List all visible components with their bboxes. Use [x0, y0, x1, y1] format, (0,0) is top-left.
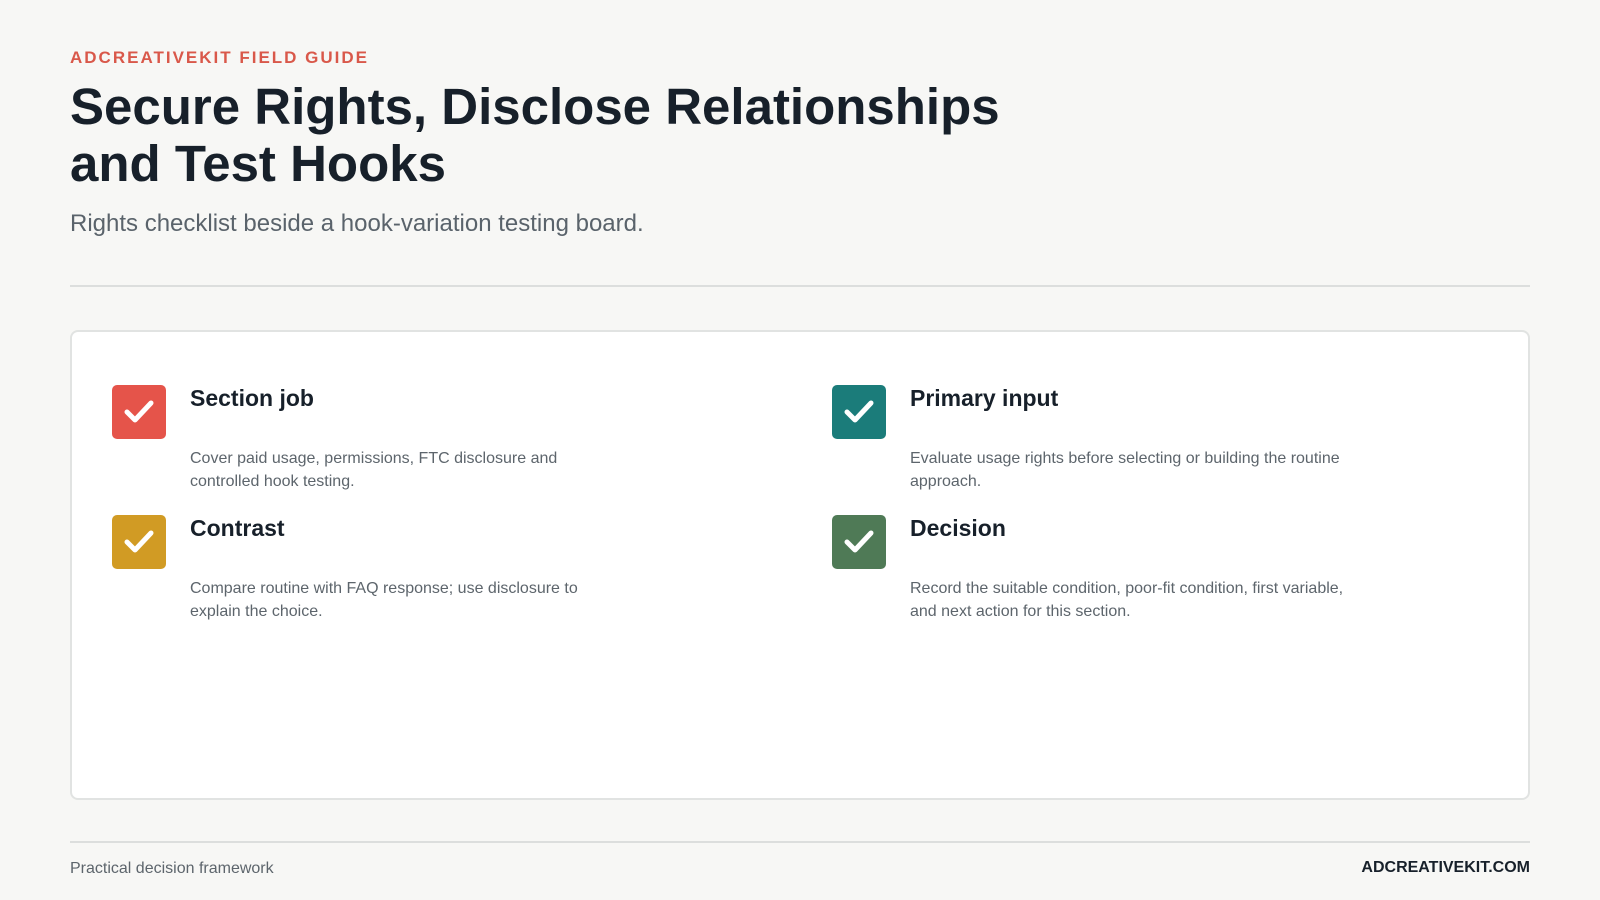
eyebrow-label: ADCREATIVEKIT FIELD GUIDE	[70, 48, 370, 67]
checklist-item-title: Contrast	[190, 515, 285, 541]
checkmark-icon	[832, 515, 886, 569]
footer-tagline: Practical decision framework	[70, 860, 274, 877]
checklist-item-title: Decision	[910, 515, 1006, 541]
checklist-item-title: Section job	[190, 385, 314, 411]
checkmark-icon	[112, 385, 166, 439]
footer-brand: ADCREATIVEKIT.COM	[1361, 859, 1530, 876]
page-subtitle: Rights checklist beside a hook-variation…	[70, 210, 644, 237]
page-title: Secure Rights, Disclose Relationships an…	[70, 78, 1000, 192]
checklist-card: Section job Cover paid usage, permission…	[70, 330, 1530, 800]
checklist-item-title: Primary input	[910, 385, 1059, 411]
checklist-item-body: Record the suitable condition, poor-fit …	[910, 580, 1344, 620]
top-divider	[70, 285, 1530, 287]
checkmark-icon	[112, 515, 166, 569]
checklist-item-body: Evaluate usage rights before selecting o…	[910, 450, 1340, 490]
checklist-item-body: Cover paid usage, permissions, FTC discl…	[190, 450, 558, 490]
checklist-item-body: Compare routine with FAQ response; use d…	[190, 580, 578, 620]
bottom-divider	[70, 841, 1530, 843]
checkmark-icon	[832, 385, 886, 439]
